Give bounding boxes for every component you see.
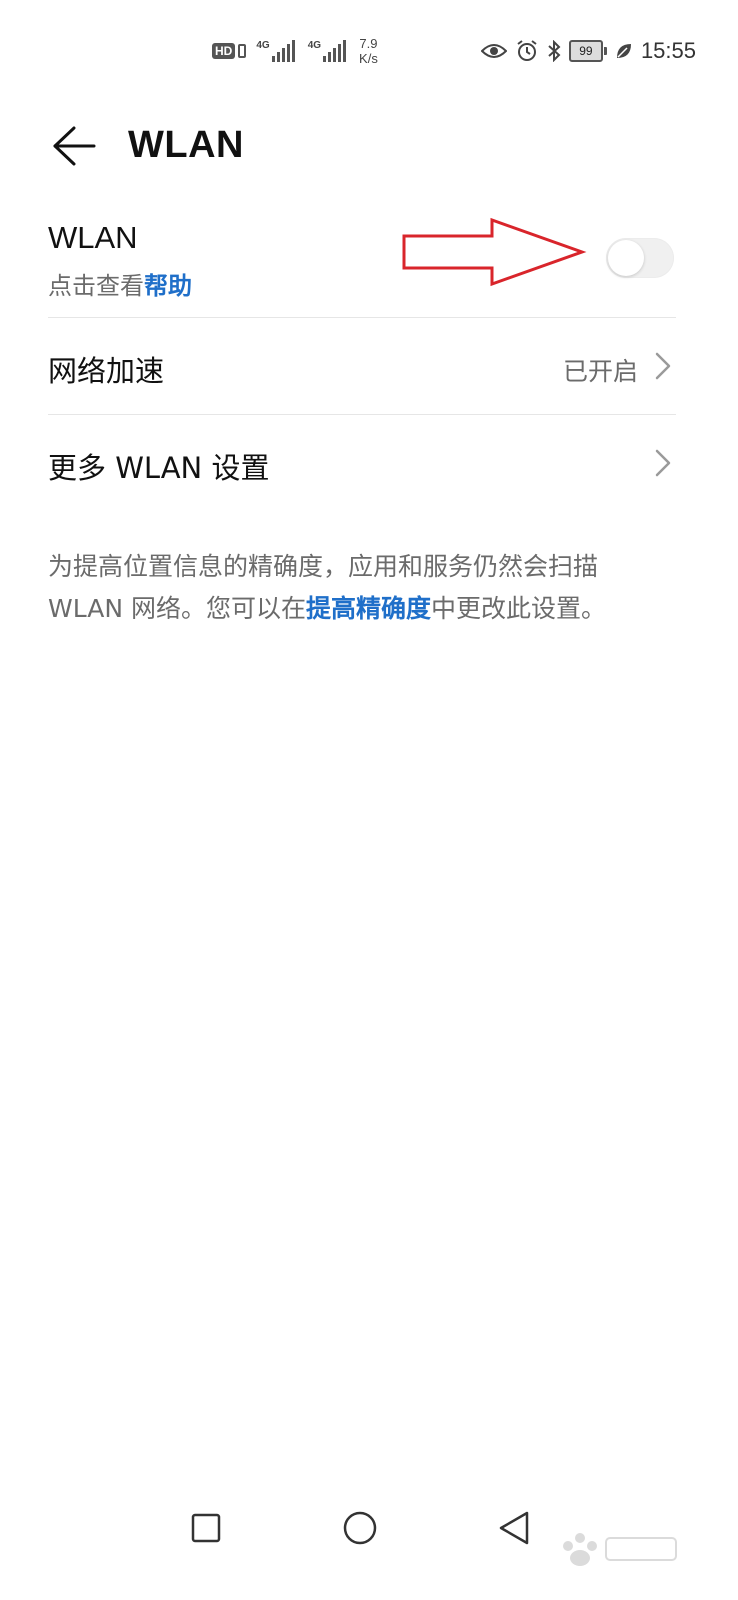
signal-bars-icon <box>323 40 347 62</box>
speed-unit: K/s <box>359 51 378 66</box>
battery-tip <box>603 47 607 55</box>
clock: 15:55 <box>640 38 696 63</box>
bluetooth-icon <box>548 40 561 62</box>
info-text-after: 中更改此设置。 <box>431 594 607 623</box>
wlan-row-subtitle: 点击查看帮助 <box>48 266 192 301</box>
back-triangle-icon <box>499 1511 529 1545</box>
leaf-icon <box>616 44 631 58</box>
chevron-right-icon <box>655 449 671 477</box>
screen: HD 4G 4G 7.9 K/s 99 15:55 WLAN WLAN 点击查看… <box>0 0 738 1600</box>
home-button[interactable] <box>338 1506 382 1550</box>
hd-phone-icon <box>238 44 247 58</box>
wlan-toggle-switch[interactable] <box>606 238 674 278</box>
arrow-left-icon <box>53 126 96 166</box>
back-button[interactable] <box>44 120 104 172</box>
eye-icon <box>480 44 507 58</box>
chevron-right-icon <box>655 352 671 380</box>
status-bar-right: 99 15:55 <box>480 38 696 64</box>
nav-back-button[interactable] <box>492 1506 536 1550</box>
status-bar: HD 4G 4G 7.9 K/s 99 15:55 <box>0 30 738 80</box>
status-bar-left: HD 4G 4G 7.9 K/s <box>212 36 378 66</box>
battery-level: 99 <box>568 40 603 62</box>
improve-accuracy-link[interactable]: 提高精确度 <box>306 594 431 623</box>
speed-value: 7.9 <box>359 36 378 51</box>
hd-label: HD <box>212 43 236 59</box>
hd-badge: HD <box>212 43 247 59</box>
network-speed: 7.9 K/s <box>359 36 378 66</box>
page-title: WLAN <box>128 124 244 166</box>
watermark-logo <box>563 1533 677 1566</box>
network-accel-title: 网络加速 <box>48 354 165 388</box>
toggle-knob <box>608 240 644 276</box>
alarm-icon <box>517 40 537 61</box>
network-accel-row[interactable]: 网络加速 已开启 <box>48 318 676 415</box>
battery-icon: 99 <box>568 40 607 62</box>
sim1-signal: 4G <box>256 40 297 62</box>
network-accel-value: 已开启 <box>562 357 638 386</box>
signal-bars-icon <box>271 40 295 62</box>
more-wlan-settings-title: 更多 WLAN 设置 <box>48 451 270 485</box>
sim2-network-label: 4G <box>307 40 322 51</box>
wlan-subtitle-prefix: 点击查看 <box>48 272 144 300</box>
sim2-signal: 4G <box>308 40 349 62</box>
annotation-arrow-icon <box>402 217 587 287</box>
recents-button[interactable] <box>184 1506 228 1550</box>
wlan-row-title: WLAN <box>48 220 138 255</box>
location-accuracy-info: 为提高位置信息的精确度，应用和服务仍然会扫描 WLAN 网络。您可以在提高精确度… <box>48 546 678 630</box>
more-wlan-settings-row[interactable]: 更多 WLAN 设置 <box>48 415 676 511</box>
home-circle-icon <box>343 1511 377 1545</box>
sim1-network-label: 4G <box>256 40 270 51</box>
recents-square-icon <box>191 1513 221 1543</box>
app-bar: WLAN <box>0 110 738 182</box>
help-link[interactable]: 帮助 <box>144 272 192 300</box>
